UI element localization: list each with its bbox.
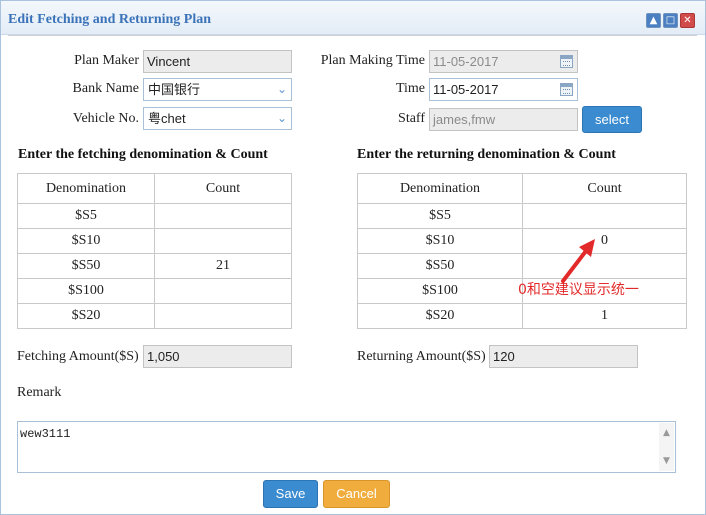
remark-value: wew3111 (20, 427, 71, 441)
save-button[interactable]: Save (263, 480, 318, 508)
vehicle-no-value: 粤chet (148, 111, 186, 126)
table-row: $S10 0 (357, 228, 687, 254)
scroll-down-icon[interactable]: ▼ (659, 455, 674, 467)
count-header: Count (522, 173, 687, 204)
table-header-row: Denomination Count (17, 173, 292, 204)
remark-label: Remark (17, 385, 62, 400)
count-header: Count (154, 173, 292, 204)
denomination-cell: $S20 (17, 303, 155, 329)
plan-maker-label: Plan Maker (74, 53, 139, 68)
table-row: $S20 (17, 303, 292, 329)
calendar-icon[interactable] (560, 83, 573, 96)
table-row: $S5 (357, 203, 687, 229)
denomination-header: Denomination (357, 173, 523, 204)
cancel-button[interactable]: Cancel (323, 480, 390, 508)
time-field[interactable]: 11-05-2017 (429, 78, 578, 101)
fetching-amount-label: Fetching Amount($S) (17, 349, 139, 364)
dialog-titlebar[interactable]: Edit Fetching and Returning Plan ▲ □ ✕ (1, 1, 705, 35)
vehicle-no-select[interactable]: 粤chet ⌄ (143, 107, 292, 130)
minimize-button[interactable]: ▲ (646, 13, 661, 28)
staff-select-button[interactable]: select (582, 106, 642, 133)
count-cell[interactable] (154, 203, 292, 229)
title-divider (8, 35, 697, 36)
bank-name-label: Bank Name (72, 81, 139, 96)
denomination-cell: $S5 (17, 203, 155, 229)
count-cell[interactable] (154, 303, 292, 329)
remark-scrollbar[interactable]: ▲ ▼ (659, 423, 674, 471)
denomination-cell: $S10 (17, 228, 155, 254)
edit-plan-dialog: Edit Fetching and Returning Plan ▲ □ ✕ P… (0, 0, 706, 515)
annotation-note: 0和空建议显示统一 (518, 282, 639, 298)
denomination-cell: $S100 (17, 278, 155, 304)
plan-making-time-value: 11-05-2017 (433, 54, 499, 69)
calendar-icon[interactable] (560, 55, 573, 68)
returning-section-title: Enter the returning denomination & Count (357, 147, 616, 162)
plan-making-time-label: Plan Making Time (320, 53, 425, 68)
table-row: $S5 (17, 203, 292, 229)
plan-maker-field[interactable]: Vincent (143, 50, 292, 73)
table-row: $S20 1 (357, 303, 687, 329)
close-button[interactable]: ✕ (680, 13, 695, 28)
fetching-table: Denomination Count $S5 $S10 $S50 21 $S10… (17, 173, 292, 329)
table-row: $S10 (17, 228, 292, 254)
bank-name-select[interactable]: 中国银行 ⌄ (143, 78, 292, 101)
fetching-amount-field[interactable]: 1,050 (143, 345, 292, 368)
close-icon: ✕ (683, 15, 692, 26)
table-row: $S50 (357, 253, 687, 279)
plan-making-time-field[interactable]: 11-05-2017 (429, 50, 578, 73)
bank-name-value: 中国银行 (148, 82, 201, 97)
denomination-cell: $S50 (357, 253, 523, 279)
time-value: 11-05-2017 (433, 82, 499, 97)
minimize-icon: ▲ (649, 15, 658, 26)
denomination-cell: $S100 (357, 278, 523, 304)
scroll-up-icon[interactable]: ▲ (659, 427, 674, 439)
denomination-cell: $S5 (357, 203, 523, 229)
maximize-button[interactable]: □ (663, 13, 678, 28)
count-cell[interactable] (154, 278, 292, 304)
denomination-header: Denomination (17, 173, 155, 204)
chevron-down-icon: ⌄ (276, 111, 287, 125)
denomination-cell: $S20 (357, 303, 523, 329)
returning-amount-label: Returning Amount($S) (357, 349, 486, 364)
count-cell[interactable]: 1 (522, 303, 687, 329)
fetching-section-title: Enter the fetching denomination & Count (18, 147, 268, 162)
table-row: $S50 21 (17, 253, 292, 279)
vehicle-no-label: Vehicle No. (72, 111, 139, 126)
table-row: $S100 (17, 278, 292, 304)
staff-label: Staff (398, 111, 425, 126)
chevron-down-icon: ⌄ (276, 82, 287, 96)
count-cell[interactable] (154, 228, 292, 254)
returning-amount-field[interactable]: 120 (489, 345, 638, 368)
denomination-cell: $S10 (357, 228, 523, 254)
table-header-row: Denomination Count (357, 173, 687, 204)
maximize-icon: □ (665, 15, 676, 26)
denomination-cell: $S50 (17, 253, 155, 279)
dialog-title: Edit Fetching and Returning Plan (8, 12, 212, 27)
time-label: Time (395, 81, 425, 96)
remark-textarea[interactable]: wew3111 ▲ ▼ (17, 421, 676, 473)
staff-field[interactable]: james,fmw (429, 108, 578, 131)
returning-table: Denomination Count $S5 $S10 0 $S50 $S100… (357, 173, 687, 329)
count-cell[interactable] (522, 203, 687, 229)
count-cell[interactable]: 21 (154, 253, 292, 279)
